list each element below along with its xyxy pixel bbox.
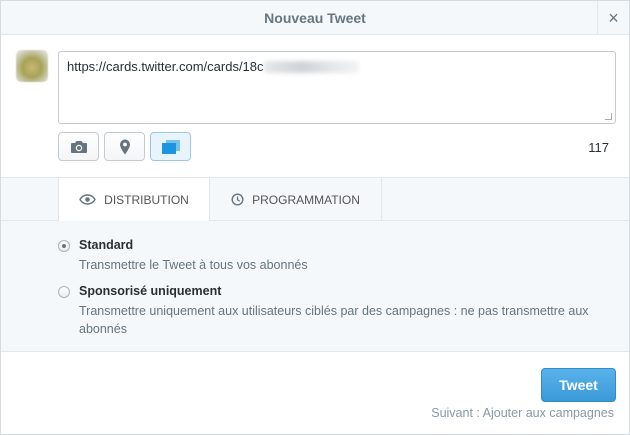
add-photo-button[interactable]	[58, 132, 99, 161]
tweet-textarea[interactable]: https://cards.twitter.com/cards/18c	[58, 51, 616, 124]
option-sponsored-label: Sponsorisé uniquement	[79, 284, 222, 298]
camera-icon	[70, 140, 87, 153]
option-sponsored-description: Transmettre uniquement aux utilisateurs …	[79, 304, 589, 336]
radio-standard[interactable]	[58, 240, 70, 252]
close-button[interactable]: ×	[597, 1, 629, 35]
option-standard-description: Transmettre le Tweet à tous vos abonnés	[79, 258, 308, 272]
radio-sponsored[interactable]	[58, 286, 70, 298]
character-counter: 117	[588, 140, 609, 155]
add-card-button[interactable]	[150, 132, 191, 161]
tweet-text: https://cards.twitter.com/cards/18c	[67, 59, 264, 74]
new-tweet-dialog: Nouveau Tweet × https://cards.twitter.co…	[0, 0, 630, 435]
distribution-options: Standard Transmettre le Tweet à tous vos…	[1, 221, 629, 352]
tab-bar: DISTRIBUTION PROGRAMMATION	[1, 177, 629, 222]
tweet-button[interactable]: Tweet	[541, 368, 616, 402]
close-icon: ×	[608, 8, 619, 28]
tab-distribution[interactable]: DISTRIBUTION	[58, 177, 210, 222]
dialog-title: Nouveau Tweet	[264, 10, 366, 26]
resize-handle[interactable]	[605, 113, 612, 120]
next-step-hint: Suivant : Ajouter aux campagnes	[431, 406, 614, 420]
card-icon	[161, 139, 180, 154]
redacted-url-fragment	[263, 61, 359, 73]
eye-icon	[79, 194, 96, 205]
tab-programmation[interactable]: PROGRAMMATION	[210, 177, 382, 221]
avatar	[16, 50, 48, 82]
option-standard-label: Standard	[79, 238, 134, 252]
tab-distribution-label: DISTRIBUTION	[104, 192, 189, 207]
clock-icon	[231, 193, 244, 206]
dialog-header: Nouveau Tweet ×	[1, 1, 629, 35]
tab-programmation-label: PROGRAMMATION	[252, 192, 360, 207]
location-pin-icon	[119, 139, 130, 154]
add-location-button[interactable]	[104, 132, 145, 161]
